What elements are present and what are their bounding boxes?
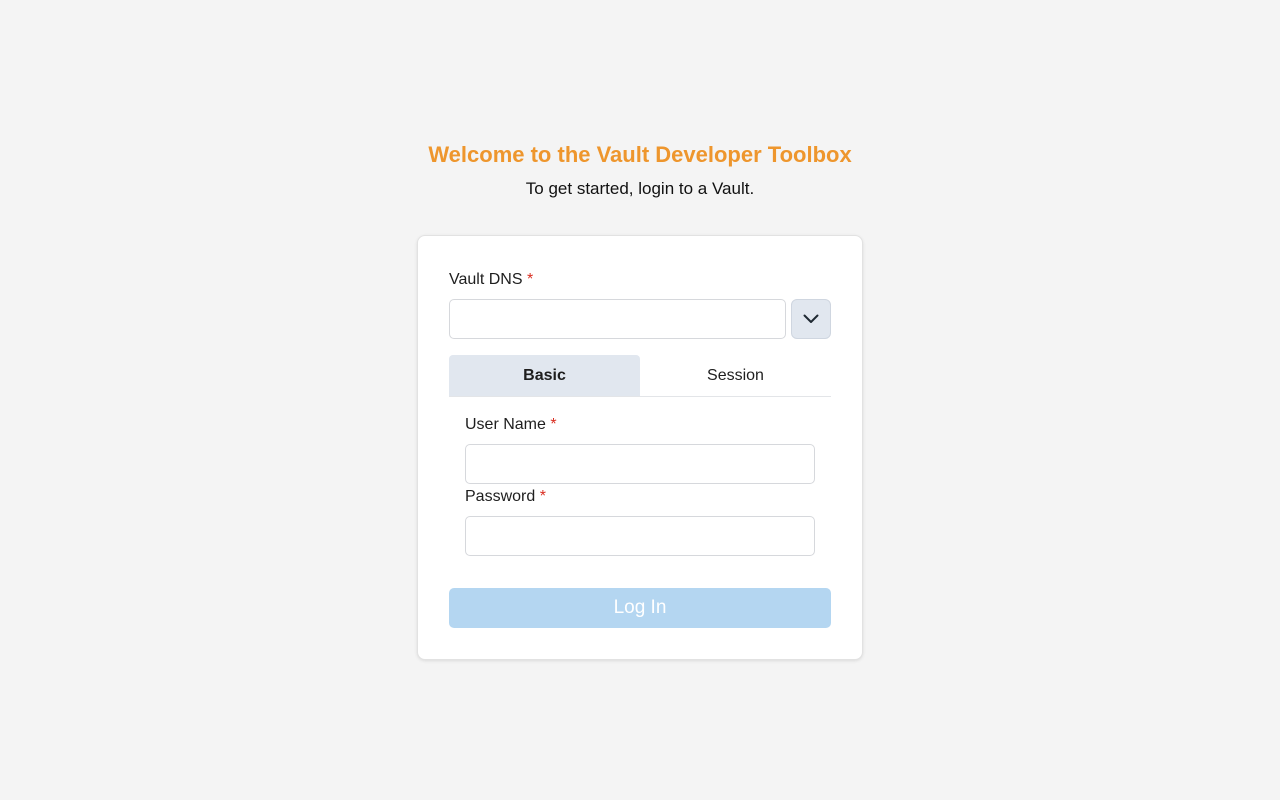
login-card: Vault DNS * Basic Session User Name * Pa…: [417, 235, 863, 660]
required-marker: *: [539, 488, 546, 505]
vault-dns-input[interactable]: [449, 299, 786, 339]
username-label: User Name *: [465, 415, 557, 435]
password-label: Password *: [465, 487, 546, 507]
tab-basic[interactable]: Basic: [449, 355, 640, 396]
tab-session[interactable]: Session: [640, 355, 831, 396]
required-marker: *: [526, 271, 534, 288]
auth-tabs: Basic Session: [449, 355, 831, 397]
page-title: Welcome to the Vault Developer Toolbox: [428, 142, 852, 167]
required-marker: *: [550, 416, 557, 433]
vault-dns-label-text: Vault DNS: [449, 271, 523, 288]
username-label-text: User Name: [465, 416, 546, 433]
username-input[interactable]: [465, 444, 815, 484]
vault-dns-label: Vault DNS *: [449, 270, 533, 290]
login-page: Welcome to the Vault Developer Toolbox T…: [0, 0, 1280, 800]
password-label-text: Password: [465, 488, 536, 505]
chevron-down-icon: [803, 314, 819, 323]
vault-dns-dropdown-button[interactable]: [791, 299, 831, 339]
page-subtitle: To get started, login to a Vault.: [525, 179, 755, 198]
password-input[interactable]: [465, 516, 815, 556]
login-button[interactable]: Log In: [449, 588, 831, 628]
